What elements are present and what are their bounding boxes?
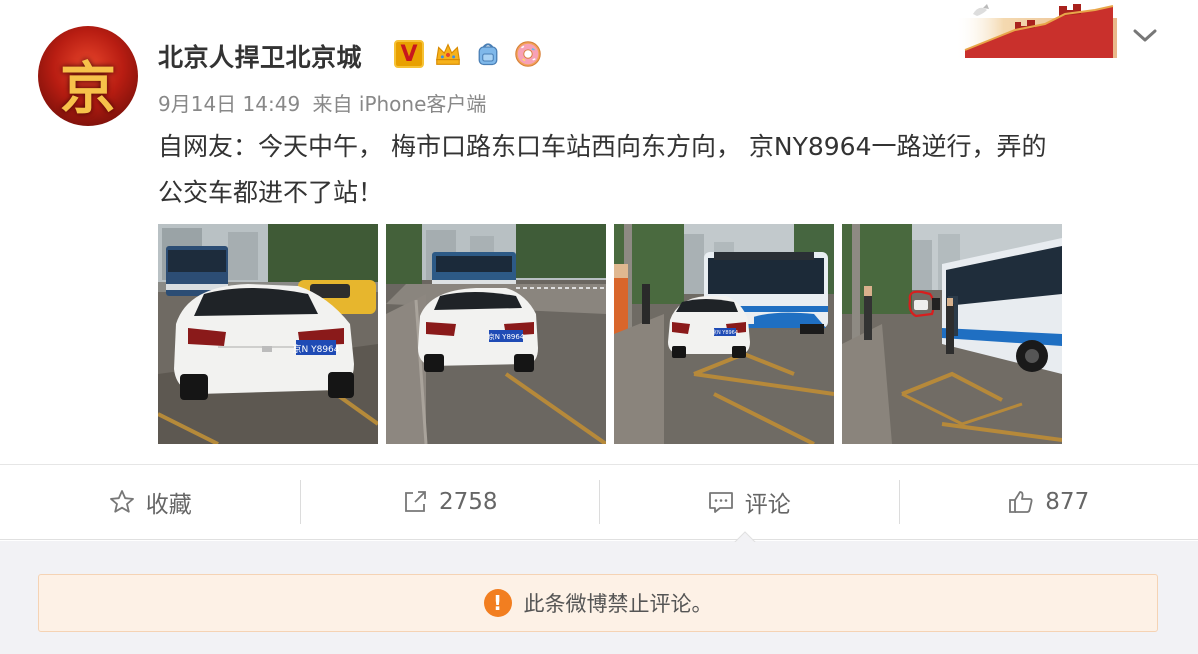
donut-icon (515, 41, 541, 67)
comment-button[interactable]: 评论 (599, 480, 899, 524)
share-icon (401, 488, 429, 516)
photo-thumbnail-1[interactable]: 京N Y8964 (158, 224, 378, 444)
star-icon (108, 488, 136, 516)
action-bar: 收藏 2758 评论 877 (0, 464, 1198, 540)
license-plate: 京N Y8964 (712, 329, 738, 336)
comments-disabled-notice: ! 此条微博禁止评论。 (38, 574, 1158, 632)
crown-badge[interactable] (432, 38, 464, 70)
thumbs-up-icon (1007, 488, 1035, 516)
post-text: 自网友：今天中午， 梅市口路东口车站西向东方向， 京NY8964一路逆行，弄的 … (158, 124, 1158, 216)
post-timestamp[interactable]: 9月14日 14:49 (158, 92, 300, 116)
backpack-badge[interactable] (472, 38, 504, 70)
like-button[interactable]: 877 (898, 480, 1198, 524)
photo-car-on-lane: 京N Y8964 (386, 224, 606, 444)
comment-label: 评论 (744, 492, 791, 518)
photo-bus-with-circled-car (842, 224, 1062, 444)
avatar-glyph: 京 (60, 56, 116, 122)
notice-text: 此条微博禁止评论。 (523, 592, 713, 616)
post-meta: 9月14日 14:49 来自 iPhone客户端 (158, 88, 492, 117)
share-count: 2758 (438, 489, 498, 515)
crown-icon (436, 43, 460, 65)
favorite-label: 收藏 (145, 492, 192, 518)
photo-thumbnail-3[interactable]: 京N Y8964 (614, 224, 834, 444)
username[interactable]: 北京人捍卫北京城 (158, 38, 362, 74)
favorite-button[interactable]: 收藏 (0, 480, 300, 524)
badge-row: V (394, 38, 544, 70)
donut-badge[interactable] (512, 38, 544, 70)
chevron-down-icon[interactable] (1130, 24, 1160, 48)
like-count: 877 (1045, 489, 1090, 515)
share-button[interactable]: 2758 (299, 480, 600, 524)
warning-icon: ! (483, 589, 512, 617)
photo-thumbnail-2[interactable]: 京N Y8964 (386, 224, 606, 444)
comment-pointer-caret (734, 531, 756, 543)
photo-grid: 京N Y8964 京N Y8964 京N Y8964 (158, 224, 1062, 444)
license-plate: 京N Y8964 (488, 332, 525, 341)
post-source: 来自 iPhone客户端 (312, 92, 487, 116)
weibo-post-card: 京 北京人捍卫北京城 V 9月14日 14:49 来自 iPhone客户端 自网… (0, 0, 1198, 540)
post-text-line: 公交车都进不了站！ (158, 178, 384, 207)
great-wall-banner-decoration (955, 4, 1117, 58)
license-plate: 京N Y8964 (293, 343, 340, 355)
backpack-icon (478, 43, 498, 66)
photo-car-rear-closeup: 京N Y8964 (158, 224, 378, 444)
photo-car-and-bus: 京N Y8964 (614, 224, 834, 444)
comment-icon (707, 488, 735, 516)
post-text-line: 自网友：今天中午， 梅市口路东口车站西向东方向， 京NY8964一路逆行，弄的 (158, 132, 1047, 161)
avatar[interactable]: 京 (38, 26, 138, 126)
photo-thumbnail-4[interactable] (842, 224, 1062, 444)
verified-v-badge[interactable]: V (394, 40, 424, 68)
